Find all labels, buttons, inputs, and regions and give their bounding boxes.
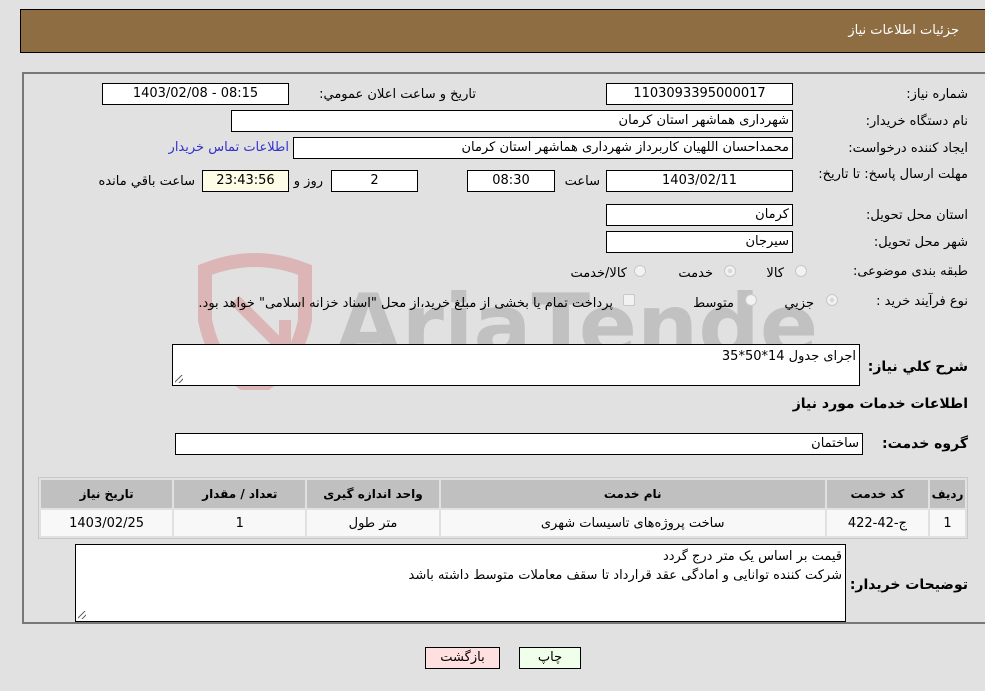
col-header-need-date: تاريخ نياز [41,480,173,508]
buyer-contact-link[interactable]: اطلاعات تماس خريدار [169,140,289,155]
category-goods-label: کالا [766,266,784,281]
buyer-org-field: شهرداری هماشهر استان کرمان [231,110,793,132]
service-group-label: گروه خدمت: [882,436,968,452]
need-number-label: شماره نیاز: [906,87,968,102]
resize-grip-icon[interactable] [175,375,183,383]
cell-row-number: 1 [930,510,965,536]
buyer-notes-textarea[interactable]: قیمت بر اساس یک متر درج گردد شرکت کننده … [75,544,846,622]
purchase-type-minor-radio[interactable] [826,294,838,306]
col-header-unit: واحد اندازه گيری [307,480,439,508]
buyer-org-label: نام دستگاه خريدار: [865,114,968,129]
cell-service-name: ساخت پروژه‌های تاسیسات شهری [440,510,825,536]
back-button[interactable]: بازگشت [425,647,500,669]
col-header-row-number: رديف [930,480,965,508]
delivery-province-field: کرمان [606,204,793,226]
deadline-date-field: 1403/02/11 [606,170,793,192]
purchase-type-minor-label: جزيي [784,296,814,311]
delivery-city-label: شهر محل تحويل: [873,235,968,250]
remaining-days-field: 2 [331,170,418,192]
category-goods-service-label: کالا/خدمت [570,266,627,281]
requester-label: ايجاد کننده درخواست: [848,141,968,156]
announce-datetime-field: 1403/02/08 - 08:15 [102,83,289,105]
purchase-type-medium-label: متوسط [693,296,734,311]
treasury-bonds-note: پرداخت تمام يا بخشی از مبلغ خريد،از محل … [198,296,613,311]
col-header-service-name: نام خدمت [440,480,825,508]
deadline-time-field: 08:30 [467,170,555,192]
treasury-bonds-checkbox[interactable] [623,294,635,306]
description-text: اجرای جدول 14*50*35 [721,349,856,364]
services-section-title: اطلاعات خدمات مورد نياز [792,396,968,412]
delivery-city-field: سیرجان [606,231,793,253]
cell-service-code: ج-42-422 [826,510,929,536]
deadline-label: مهلت ارسال پاسخ: تا تاريخ: [818,167,968,182]
table-row: 1 ج-42-422 ساخت پروژه‌های تاسیسات شهری م… [41,510,965,536]
remaining-time-field: 23:43:56 [202,170,289,192]
resize-grip-icon[interactable] [78,611,86,619]
category-service-label: خدمت [678,266,713,281]
purchase-type-medium-radio[interactable] [745,294,757,306]
delivery-province-label: استان محل تحويل: [866,208,968,223]
deadline-time-label: ساعت [564,174,600,189]
need-number-field: 1103093395000017 [606,83,793,105]
cell-quantity: 1 [174,510,306,536]
page-title: جزئیات اطلاعات نیاز [848,23,959,38]
category-goods-radio[interactable] [795,265,807,277]
buyer-notes-line-1: قیمت بر اساس یک متر درج گردد [662,549,842,564]
col-header-quantity: تعداد / مقدار [174,480,306,508]
col-header-service-code: کد خدمت [826,480,929,508]
category-goods-service-radio[interactable] [634,265,646,277]
buyer-notes-line-2: شرکت کننده توانایی و امادگی عقد قرارداد … [408,568,842,583]
services-table: رديف کد خدمت نام خدمت واحد اندازه گيری ت… [38,477,968,539]
description-textarea[interactable]: اجرای جدول 14*50*35 [172,344,860,386]
days-label: روز و [293,174,323,189]
requester-field: محمداحسان اللهیان کاربرداز شهرداری هماشه… [293,137,793,159]
announce-datetime-label: تاریخ و ساعت اعلان عمومي: [319,87,476,102]
cell-need-date: 1403/02/25 [41,510,173,536]
purchase-type-label: نوع فرآيند خريد : [876,294,968,309]
service-group-field: ساختمان [175,433,863,455]
buyer-notes-label: توضيحات خريدار: [849,577,968,593]
category-service-radio[interactable] [724,265,736,277]
remaining-time-label: ساعت باقي مانده [98,174,195,189]
print-button[interactable]: چاپ [519,647,581,669]
table-header-row: رديف کد خدمت نام خدمت واحد اندازه گيری ت… [41,480,965,508]
page-header: جزئیات اطلاعات نیاز [20,9,985,53]
cell-unit: متر طول [307,510,439,536]
description-label: شرح کلي نياز: [867,359,968,375]
category-label: طبقه بندی موضوعی: [852,264,968,279]
